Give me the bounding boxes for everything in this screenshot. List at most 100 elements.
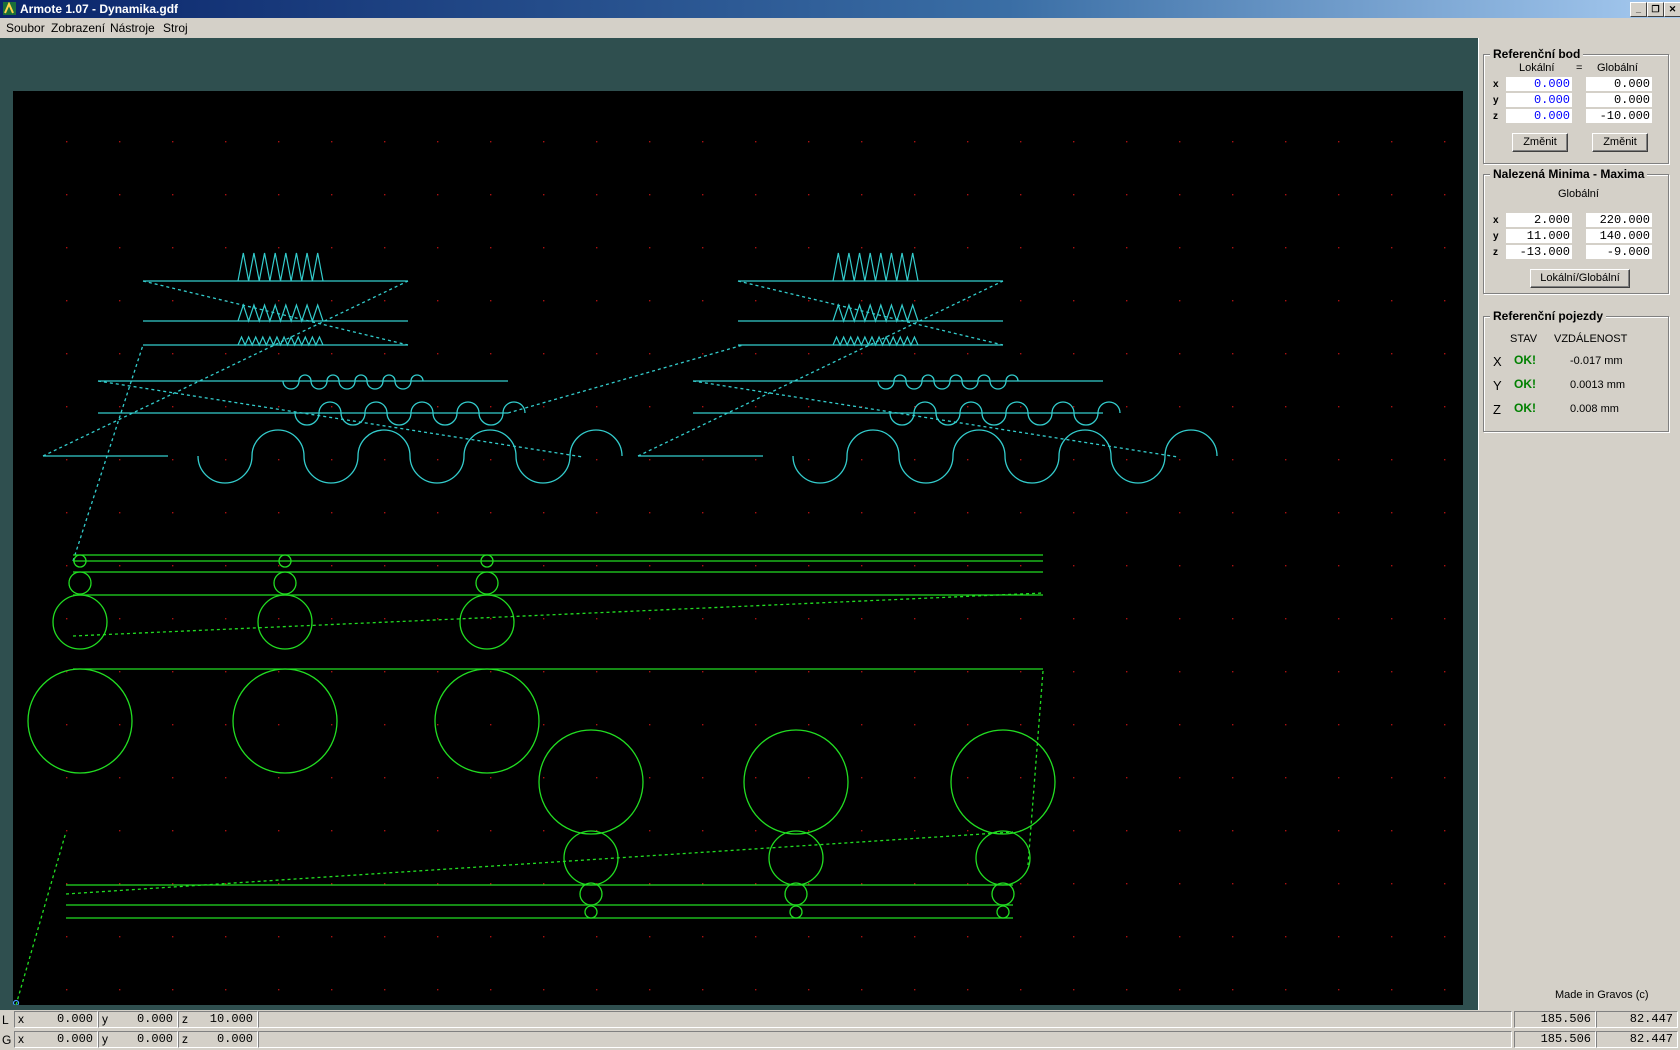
status-x: x 0.000 <box>14 1011 98 1028</box>
side-panel: Referenční bod Lokální = Globální x 0.00… <box>1478 38 1680 1010</box>
green-rapid <box>1027 670 1044 866</box>
status-readout-2: 82.447 <box>1596 1031 1678 1048</box>
green-circle <box>789 905 803 919</box>
cyan-pattern-1-zigzag-3 <box>237 335 324 347</box>
ref-local-z-field[interactable]: 0.000 <box>1506 109 1572 123</box>
ref-moves-group: Referenční pojezdy STAV VZDÁLENOST X OK!… <box>1483 309 1669 432</box>
status-row-letter: L <box>2 1013 9 1027</box>
col-eq-label: = <box>1576 62 1583 74</box>
green-circle <box>273 571 297 595</box>
ref-local-y-field[interactable]: 0.000 <box>1506 93 1572 107</box>
status-ok-badge: OK! <box>1514 377 1536 391</box>
menu-soubor[interactable]: Soubor <box>6 21 45 35</box>
min-y-field: 11.000 <box>1506 229 1572 243</box>
green-circle <box>538 729 644 835</box>
title-bar: Armote 1.07 - Dynamika.gdf _ ❐ ✕ <box>0 0 1680 18</box>
app-icon <box>3 2 16 15</box>
status-spacer <box>258 1031 1512 1048</box>
status-row-global: G x 0.000 y 0.000 z 0.000 185.506 82.447 <box>0 1030 1680 1050</box>
axis-label: z <box>1493 247 1498 258</box>
green-circle <box>743 729 849 835</box>
status-ok-badge: OK! <box>1514 401 1536 415</box>
cyan-pattern-1-waves-1 <box>282 374 424 390</box>
toolpath-canvas[interactable] <box>12 91 1463 1007</box>
green-circle <box>768 830 824 886</box>
menu-bar: Soubor Zobrazení Nástroje Stroj <box>0 18 1680 38</box>
cyan-pattern-1-rapid <box>97 380 584 458</box>
ref-moves-title: Referenční pojezdy <box>1490 309 1607 323</box>
cyan-pattern-2-waves-1 <box>877 374 1019 390</box>
status-row-letter: G <box>2 1033 12 1047</box>
status-z: z 0.000 <box>178 1031 258 1048</box>
min-z-field: -13.000 <box>1506 245 1572 259</box>
menu-zobrazeni[interactable]: Zobrazení <box>51 21 105 35</box>
axis-label: X <box>1493 354 1502 369</box>
col-dist-label: VZDÁLENOST <box>1554 333 1628 345</box>
green-circle <box>459 594 515 650</box>
ref-point-title: Referenční bod <box>1490 47 1584 61</box>
green-rapid-in <box>15 831 67 1006</box>
distance-value: -0.017 mm <box>1570 355 1623 367</box>
status-y: y 0.000 <box>98 1031 178 1048</box>
axis-label: x <box>1493 79 1499 90</box>
close-button[interactable]: ✕ <box>1664 2 1680 17</box>
change-global-button[interactable]: Změnit <box>1592 133 1648 152</box>
green-circle <box>257 594 313 650</box>
grid-dots <box>66 141 1446 991</box>
axis-label: y <box>1493 231 1499 242</box>
cyan-pattern-2-zigzag-3 <box>832 335 919 347</box>
status-y: y 0.000 <box>98 1011 178 1028</box>
minmax-title: Nalezená Minima - Maxima <box>1490 167 1648 181</box>
axis-label: x <box>1493 215 1499 226</box>
menu-stroj[interactable]: Stroj <box>163 21 188 35</box>
cyan-pattern-1-rapid <box>42 280 409 457</box>
max-z-field: -9.000 <box>1586 245 1652 259</box>
distance-value: 0.0013 mm <box>1570 379 1626 391</box>
status-x: x 0.000 <box>14 1031 98 1048</box>
green-circle <box>975 830 1031 886</box>
col-global-label: Globální <box>1597 62 1638 74</box>
cyan-pattern-2-zigzag-1 <box>832 252 919 282</box>
status-readout-2: 82.447 <box>1596 1011 1678 1028</box>
axis-label: y <box>1493 95 1499 106</box>
status-spacer <box>258 1011 1512 1028</box>
status-z: z 10.000 <box>178 1011 258 1028</box>
min-x-field: 2.000 <box>1506 213 1572 227</box>
ref-global-x-field[interactable]: 0.000 <box>1586 77 1652 91</box>
cyan-pattern-1-rapid <box>142 280 409 346</box>
green-rapid <box>72 592 1044 637</box>
green-circle <box>475 571 499 595</box>
green-circle <box>52 594 108 650</box>
green-circle <box>996 905 1010 919</box>
distance-value: 0.008 mm <box>1570 403 1619 415</box>
green-circle <box>434 668 540 774</box>
cyan-rapid-in <box>72 344 144 562</box>
menu-nastroje[interactable]: Nástroje <box>110 21 155 35</box>
axis-label: Y <box>1493 378 1502 393</box>
credit-text: Made in Gravos (c) <box>1555 989 1649 1001</box>
max-x-field: 220.000 <box>1586 213 1652 227</box>
green-circle <box>563 830 619 886</box>
toolpath-plot <box>12 141 1446 1007</box>
minmax-group: Nalezená Minima - Maxima Globální x 2.00… <box>1483 167 1669 294</box>
col-local-label: Lokální <box>1519 62 1555 74</box>
cyan-pattern-2-rapid <box>637 280 1004 457</box>
green-circle <box>991 882 1015 906</box>
ref-global-y-field[interactable]: 0.000 <box>1586 93 1652 107</box>
status-ok-badge: OK! <box>1514 353 1536 367</box>
ref-local-x-field[interactable]: 0.000 <box>1506 77 1572 91</box>
ref-global-z-field[interactable]: -10.000 <box>1586 109 1652 123</box>
cyan-pattern-2-rapid <box>737 280 1004 346</box>
green-circle <box>950 729 1056 835</box>
max-y-field: 140.000 <box>1586 229 1652 243</box>
status-readout-1: 185.506 <box>1514 1031 1596 1048</box>
status-readout-1: 185.506 <box>1514 1011 1596 1028</box>
cyan-pattern-2-waves-3 <box>792 429 1218 484</box>
green-circle <box>784 882 808 906</box>
local-global-toggle-button[interactable]: Lokální/Globální <box>1530 269 1630 288</box>
ref-point-group: Referenční bod Lokální = Globální x 0.00… <box>1483 47 1669 164</box>
minimize-button[interactable]: _ <box>1630 2 1647 17</box>
change-local-button[interactable]: Změnit <box>1512 133 1568 152</box>
col-state-label: STAV <box>1510 333 1538 345</box>
restore-button[interactable]: ❐ <box>1647 2 1664 17</box>
